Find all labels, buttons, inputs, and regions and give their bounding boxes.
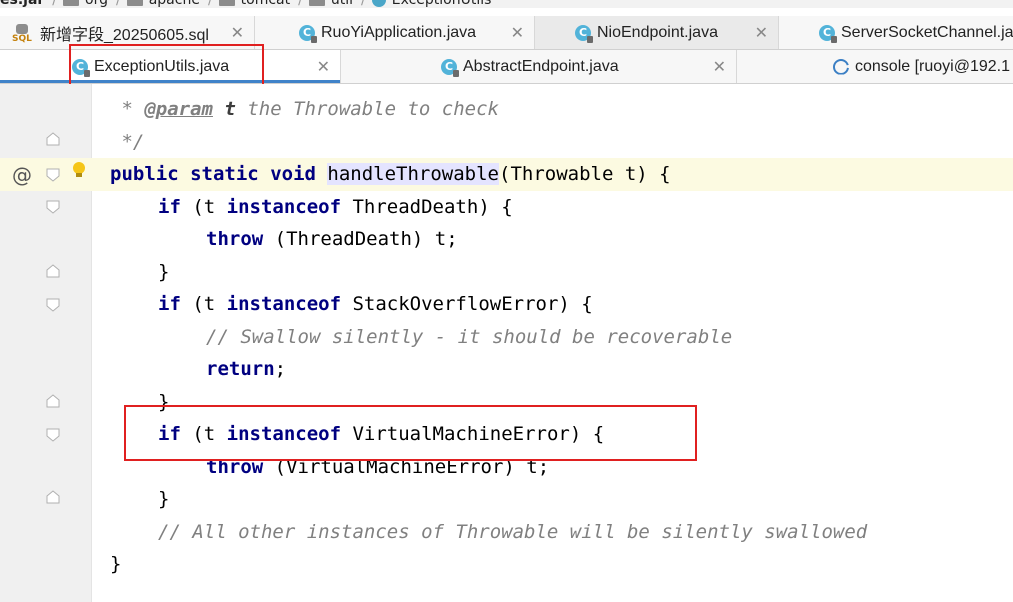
java-class-icon xyxy=(371,0,386,7)
tab-ruoyi-application[interactable]: C RuoYiApplication.java ✕ xyxy=(255,16,535,49)
code-line: public static void handleThrowable(Throw… xyxy=(110,163,671,185)
breadcrumb-item-util[interactable]: util xyxy=(308,0,353,8)
override-marker-icon[interactable]: @ xyxy=(12,163,32,187)
breadcrumb-separator: / xyxy=(298,0,303,8)
close-icon[interactable]: ✕ xyxy=(755,23,768,43)
code-line: } xyxy=(110,553,122,575)
breadcrumb-separator: / xyxy=(207,0,213,8)
java-class-icon: C xyxy=(819,24,837,43)
code-editor[interactable]: @ * @param t the Throwable to check */ p… xyxy=(0,84,1013,602)
editor-tabs-row-2: C ExceptionUtils.java ✕ C AbstractEndpoi… xyxy=(0,50,1013,84)
tab-console[interactable]: console [ruoyi@192.1 xyxy=(737,50,1013,83)
fold-start-icon[interactable] xyxy=(46,168,60,182)
code-line: return; xyxy=(206,358,287,380)
close-icon[interactable]: ✕ xyxy=(511,23,524,43)
code-line: // All other instances of Throwable will… xyxy=(158,521,868,543)
fold-end-icon[interactable] xyxy=(46,132,60,146)
code-line: if (t instanceof StackOverflowError) { xyxy=(158,293,593,315)
folder-icon xyxy=(218,0,235,6)
editor-tabs-row-1: SQL 新增字段_20250605.sql ✕ C RuoYiApplicati… xyxy=(0,16,1013,50)
close-icon[interactable]: ✕ xyxy=(231,23,244,43)
code-line: } xyxy=(158,261,170,283)
code-line: if (t instanceof VirtualMachineError) { xyxy=(158,423,605,445)
tab-nio-endpoint[interactable]: C NioEndpoint.java ✕ xyxy=(535,16,779,49)
java-class-icon: C xyxy=(441,58,459,77)
close-icon[interactable]: ✕ xyxy=(317,57,330,77)
tab-exception-utils[interactable]: C ExceptionUtils.java ✕ xyxy=(0,50,341,83)
code-line: } xyxy=(158,391,170,413)
sql-file-icon: SQL xyxy=(12,23,34,44)
close-icon[interactable]: ✕ xyxy=(713,57,726,77)
code-line: throw (VirtualMachineError) t; xyxy=(206,456,550,478)
java-class-icon: C xyxy=(299,24,317,43)
fold-end-icon[interactable] xyxy=(46,394,60,408)
breadcrumb-separator: / xyxy=(361,0,366,8)
breadcrumb-item-tomcat[interactable]: tomcat xyxy=(218,0,290,8)
breadcrumb-item-apache[interactable]: apache xyxy=(126,0,200,8)
breadcrumb-item-class[interactable]: ExceptionUtils xyxy=(371,0,491,8)
breadcrumb-separator: / xyxy=(52,0,58,8)
fold-start-icon[interactable] xyxy=(46,200,60,214)
fold-end-icon[interactable] xyxy=(46,490,60,504)
fold-start-icon[interactable] xyxy=(46,428,60,442)
java-class-icon: C xyxy=(575,24,593,43)
code-line: // Swallow silently - it should be recov… xyxy=(206,326,733,348)
code-line: */ xyxy=(110,131,145,153)
fold-end-icon[interactable] xyxy=(46,264,60,278)
java-class-icon: C xyxy=(72,58,90,77)
breadcrumb-item-jar[interactable]: es.jar xyxy=(0,0,44,8)
tab-abstract-endpoint[interactable]: C AbstractEndpoint.java ✕ xyxy=(341,50,737,83)
code-line: if (t instanceof ThreadDeath) { xyxy=(158,196,513,218)
code-line: } xyxy=(158,488,170,510)
code-line: * @param t the Throwable to check xyxy=(110,98,499,120)
lightbulb-icon[interactable] xyxy=(72,161,86,185)
tab-sql-file[interactable]: SQL 新增字段_20250605.sql ✕ xyxy=(0,16,255,49)
console-icon xyxy=(833,58,849,75)
folder-icon xyxy=(308,0,325,6)
code-line: throw (ThreadDeath) t; xyxy=(206,228,458,250)
breadcrumb-separator: / xyxy=(115,0,121,8)
breadcrumb-item-org[interactable]: org xyxy=(63,0,108,8)
tab-server-socket-channel[interactable]: C ServerSocketChannel.java xyxy=(779,16,1013,49)
method-name[interactable]: handleThrowable xyxy=(327,163,499,185)
folder-icon xyxy=(63,0,80,6)
fold-start-icon[interactable] xyxy=(46,298,60,312)
breadcrumb: es.jar / org / apache / tomcat / util / … xyxy=(0,0,1013,8)
folder-icon xyxy=(126,0,143,6)
